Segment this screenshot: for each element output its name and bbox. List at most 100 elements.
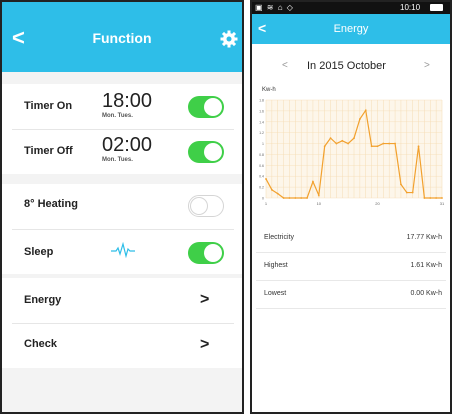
data-point [323, 145, 326, 148]
timer-off-toggle[interactable] [188, 141, 224, 163]
toggle-knob [204, 244, 222, 262]
stat-label: Electricity [264, 234, 294, 241]
timer-off-row: Timer Off 02:00 Mon. Tues. [2, 130, 242, 174]
check-row[interactable]: Check > [2, 324, 242, 368]
y-tick-label: 0.2 [259, 186, 264, 190]
nav-group: Energy > Check > [2, 278, 242, 368]
stat-value: 17.77 Kw-h [406, 234, 442, 241]
y-tick-label: 0.4 [259, 175, 264, 179]
data-point [411, 191, 414, 194]
energy-header: < Energy [252, 14, 450, 44]
stat-row-electricity: Electricity 17.77 Kw-h [252, 226, 450, 250]
stat-value: 0.00 Kw-h [410, 290, 442, 297]
month-label: In 2015 October [307, 60, 386, 72]
toggle-knob [204, 143, 222, 161]
data-point [382, 142, 385, 145]
y-tick-label: 1 [262, 142, 264, 146]
x-tick-label: 20 [375, 201, 380, 206]
stat-label: Highest [264, 262, 288, 269]
timer-off-label: Timer Off [24, 145, 73, 157]
timer-off-days: Mon. Tues. [102, 157, 133, 163]
y-tick-label: 1.2 [259, 131, 264, 135]
unit-label: Kw-h [262, 87, 276, 93]
sleep-row: Sleep [2, 230, 242, 274]
data-point [370, 145, 373, 148]
battery-icon [430, 4, 443, 11]
y-tick-label: 1.6 [259, 109, 264, 113]
y-tick-label: 0.8 [259, 153, 264, 157]
chevron-right-icon: > [200, 336, 210, 353]
data-point [276, 192, 279, 195]
x-tick-label: 1 [265, 201, 268, 206]
timer-on-label: Timer On [24, 100, 73, 112]
divider [256, 308, 446, 309]
toggle-knob [190, 197, 208, 215]
data-point [288, 197, 291, 199]
data-point [394, 142, 396, 145]
energy-chart: 1.81.61.41.210.80.60.40.201 10 20 31 [259, 99, 445, 207]
x-tick-label: 31 [440, 201, 445, 206]
heating-label: 8° Heating [24, 198, 78, 210]
heating-row: 8° Heating [2, 184, 242, 229]
data-point [405, 191, 408, 194]
energy-screen: ▣ ≋ ⌂ ◇ 10:10 < Energy < In 2015 October… [250, 0, 452, 414]
data-point [341, 139, 344, 142]
data-point [388, 142, 391, 145]
heating-toggle[interactable] [188, 195, 224, 217]
data-point [417, 145, 420, 148]
timer-on-toggle[interactable] [188, 96, 224, 118]
data-point [317, 194, 320, 197]
data-point [435, 197, 438, 199]
energy-label: Energy [24, 294, 62, 306]
function-header: < Function [2, 2, 242, 72]
divider [256, 280, 446, 281]
status-icons: ▣ ≋ ⌂ ◇ [255, 3, 294, 12]
sleep-toggle[interactable] [188, 242, 224, 264]
data-point [347, 142, 350, 145]
status-bar: ▣ ≋ ⌂ ◇ 10:10 [252, 2, 450, 14]
data-point [306, 197, 308, 199]
data-point [282, 197, 285, 199]
page-title: Function [92, 30, 152, 46]
gear-icon[interactable] [219, 29, 239, 49]
mode-group: 8° Heating Sleep [2, 184, 242, 274]
check-label: Check [24, 338, 58, 350]
y-tick-label: 1.4 [259, 120, 264, 124]
sleep-label: Sleep [24, 246, 54, 258]
divider [256, 252, 446, 253]
page-title: Energy [333, 23, 369, 35]
data-point [329, 137, 332, 140]
chevron-right-icon: > [200, 291, 210, 308]
stat-value: 1.61 Kw-h [410, 262, 442, 269]
status-time: 10:10 [400, 3, 421, 12]
data-point [335, 142, 338, 145]
stats-list: Electricity 17.77 Kw-h Highest 1.61 Kw-h… [252, 222, 450, 412]
data-point [364, 109, 367, 112]
energy-row[interactable]: Energy > [2, 278, 242, 323]
timer-group: Timer On 18:00 Mon. Tues. Timer Off 02:0… [2, 84, 242, 174]
function-list: Timer On 18:00 Mon. Tues. Timer Off 02:0… [2, 72, 242, 412]
stat-label: Lowest [264, 290, 287, 297]
toggle-knob [204, 98, 222, 116]
timer-off-time[interactable]: 02:00 [102, 134, 152, 156]
data-point [376, 145, 379, 148]
data-point [423, 197, 426, 199]
stat-row-lowest: Lowest 0.00 Kw-h [252, 282, 450, 306]
x-tick-label: 10 [317, 201, 322, 206]
data-point [441, 197, 443, 199]
data-point [300, 197, 303, 199]
y-tick-label: 0.6 [259, 164, 264, 168]
next-month-button[interactable]: > [424, 60, 430, 71]
data-point [353, 137, 355, 140]
function-screen: < Function Timer On 18:00 Mon. Tues. Tim… [0, 0, 244, 414]
data-point [270, 188, 273, 191]
data-point [358, 118, 361, 120]
timer-on-days: Mon. Tues. [102, 113, 133, 119]
y-tick-label: 1.8 [259, 99, 264, 103]
timer-on-time[interactable]: 18:00 [102, 90, 152, 112]
timer-on-row: Timer On 18:00 Mon. Tues. [2, 84, 242, 129]
data-point [265, 178, 267, 180]
data-point [400, 183, 402, 186]
prev-month-button[interactable]: < [282, 60, 288, 71]
data-point [429, 197, 432, 199]
